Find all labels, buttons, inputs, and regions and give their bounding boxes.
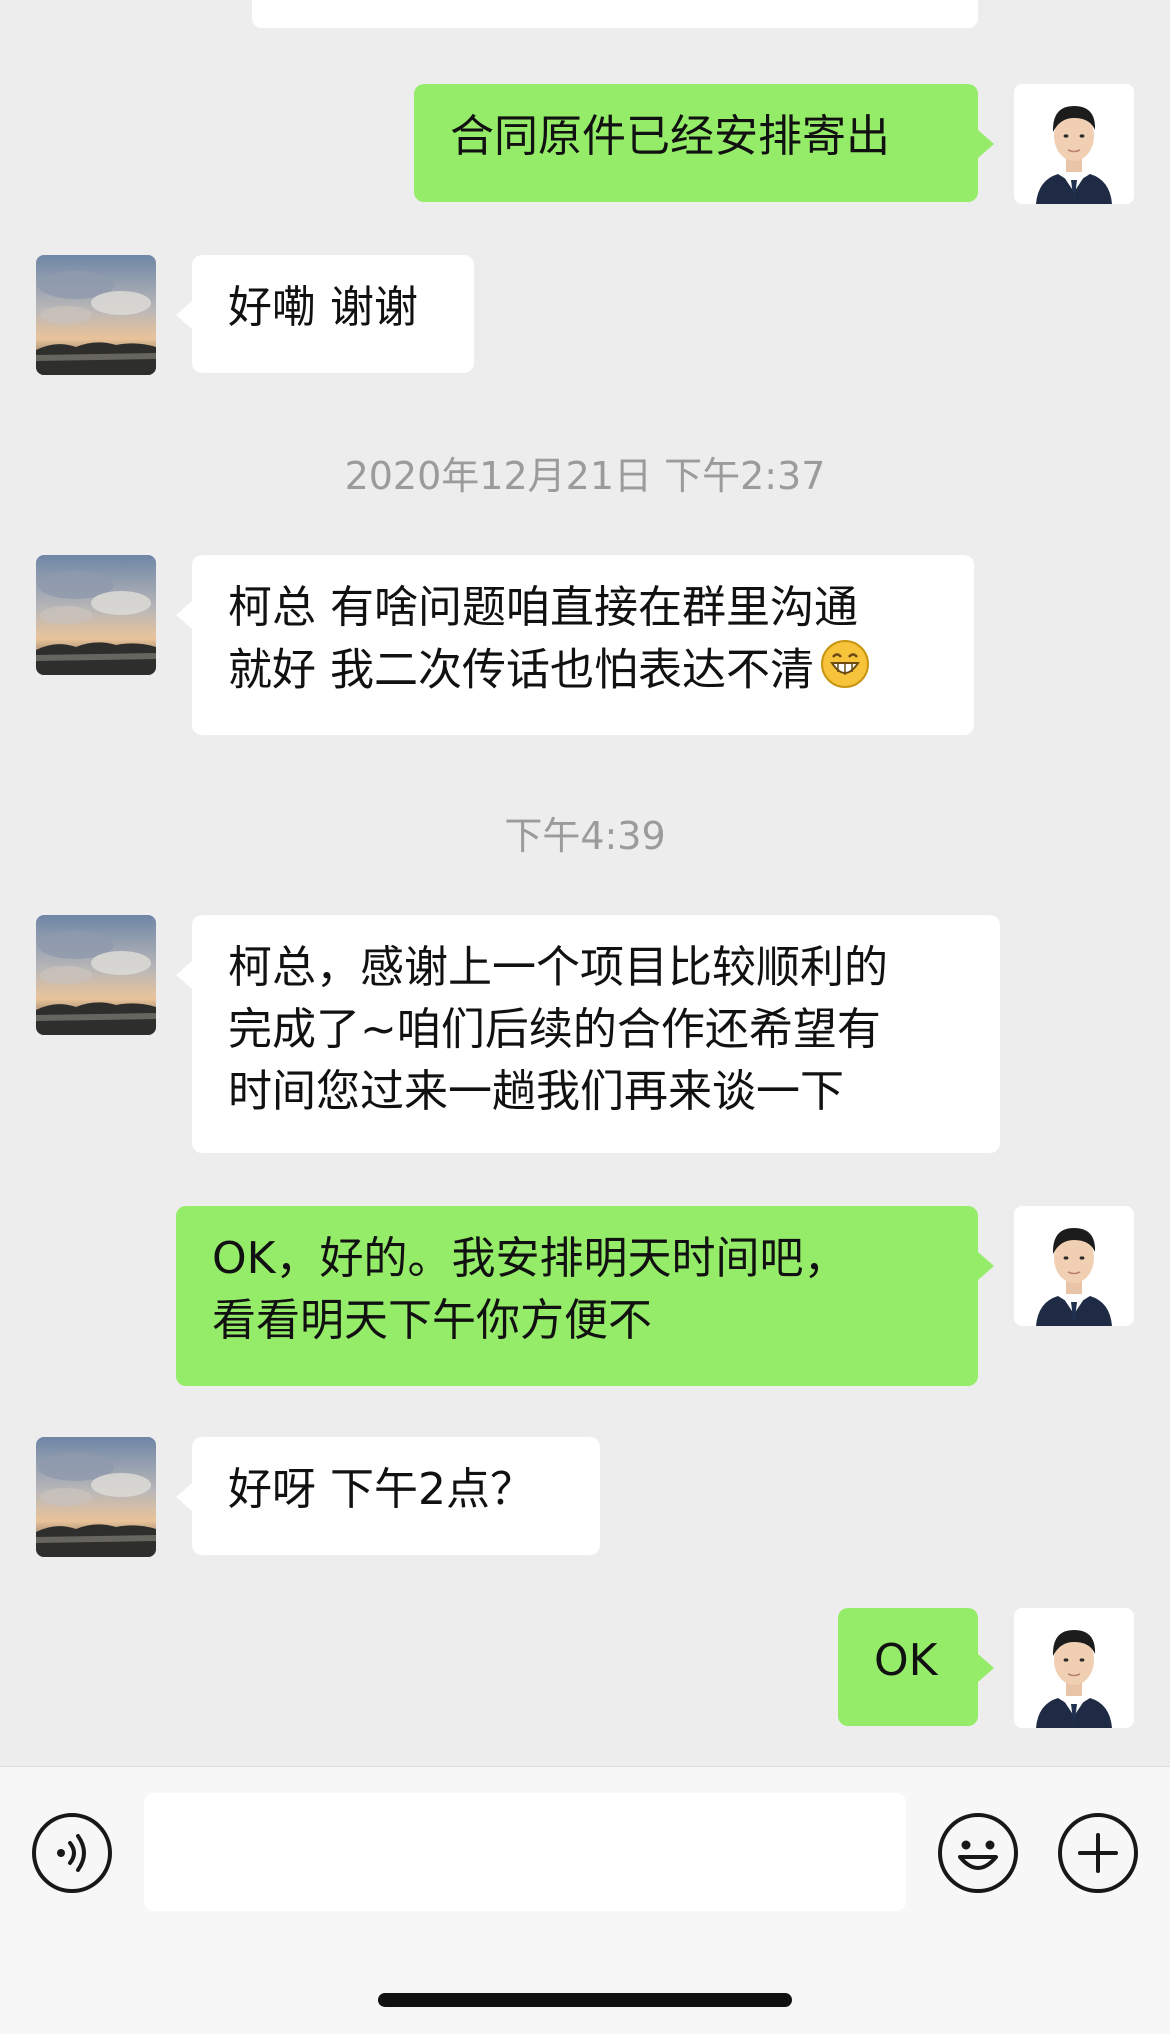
message-text: 好呀 下午2点？ — [228, 1464, 534, 1515]
my-avatar-image — [1014, 1206, 1134, 1326]
my-avatar[interactable] — [1014, 84, 1134, 204]
contact-avatar-image — [36, 1437, 156, 1557]
chat-area[interactable]: 合同原件已经安排寄出 好嘞 谢谢 2020年12月21日 下午2:37 柯总 有… — [0, 0, 1170, 1766]
my-avatar[interactable] — [1014, 1206, 1134, 1326]
message-text-line: 柯总，感谢上一个项目比较顺利的 — [228, 942, 888, 993]
message-bubble-incoming[interactable]: 好呀 下午2点？ — [176, 1437, 600, 1555]
contact-avatar-image — [36, 255, 156, 375]
message-bubble-incoming[interactable]: 柯总 有啥问题咱直接在群里沟通 就好 我二次传话也怕表达不清 — [176, 555, 974, 735]
message-text: 合同原件已经安排寄出 — [450, 111, 890, 162]
timestamp: 2020年12月21日 下午2:37 — [344, 454, 826, 498]
timestamp: 下午4:39 — [504, 814, 666, 858]
message-bubble-outgoing[interactable]: OK，好的。我安排明天时间吧， 看看明天下午你方便不 — [176, 1206, 994, 1386]
contact-avatar[interactable] — [36, 255, 156, 375]
contact-avatar[interactable] — [36, 915, 156, 1035]
plus-icon — [1058, 1813, 1138, 1893]
message-text-line: 就好 我二次传话也怕表达不清 — [228, 639, 938, 706]
message-text-line: 柯总 有啥问题咱直接在群里沟通 — [228, 582, 858, 633]
message-bubble-incoming[interactable]: 好嘞 谢谢 — [176, 255, 474, 373]
contact-avatar[interactable] — [36, 555, 156, 675]
my-avatar-image — [1014, 1608, 1134, 1728]
partial-message-bubble — [252, 0, 978, 28]
contact-avatar[interactable] — [36, 1437, 156, 1557]
message-text: OK — [874, 1635, 938, 1686]
grinning-face-emoji-icon — [820, 639, 870, 706]
emoji-button[interactable] — [936, 1811, 1020, 1895]
message-bubble-outgoing[interactable]: 合同原件已经安排寄出 — [414, 84, 994, 202]
home-indicator[interactable] — [378, 1993, 792, 2007]
message-text-line: 时间您过来一趟我们再来谈一下 — [228, 1066, 844, 1117]
message-bubble-incoming[interactable]: 柯总，感谢上一个项目比较顺利的 完成了~咱们后续的合作还希望有 时间您过来一趟我… — [176, 915, 1000, 1153]
contact-avatar-image — [36, 555, 156, 675]
message-text-line: 看看明天下午你方便不 — [212, 1295, 652, 1346]
message-text-line: 完成了~咱们后续的合作还希望有 — [228, 1004, 881, 1055]
message-text: 好嘞 谢谢 — [228, 282, 418, 333]
emoji-icon — [938, 1813, 1018, 1893]
message-text-line: OK，好的。我安排明天时间吧， — [212, 1233, 848, 1284]
my-avatar-image — [1014, 84, 1134, 204]
voice-icon — [32, 1813, 112, 1893]
message-input[interactable] — [144, 1793, 906, 1911]
more-button[interactable] — [1056, 1811, 1140, 1895]
my-avatar[interactable] — [1014, 1608, 1134, 1728]
message-bubble-outgoing[interactable]: OK — [838, 1608, 994, 1726]
voice-button[interactable] — [30, 1811, 114, 1895]
contact-avatar-image — [36, 915, 156, 1035]
